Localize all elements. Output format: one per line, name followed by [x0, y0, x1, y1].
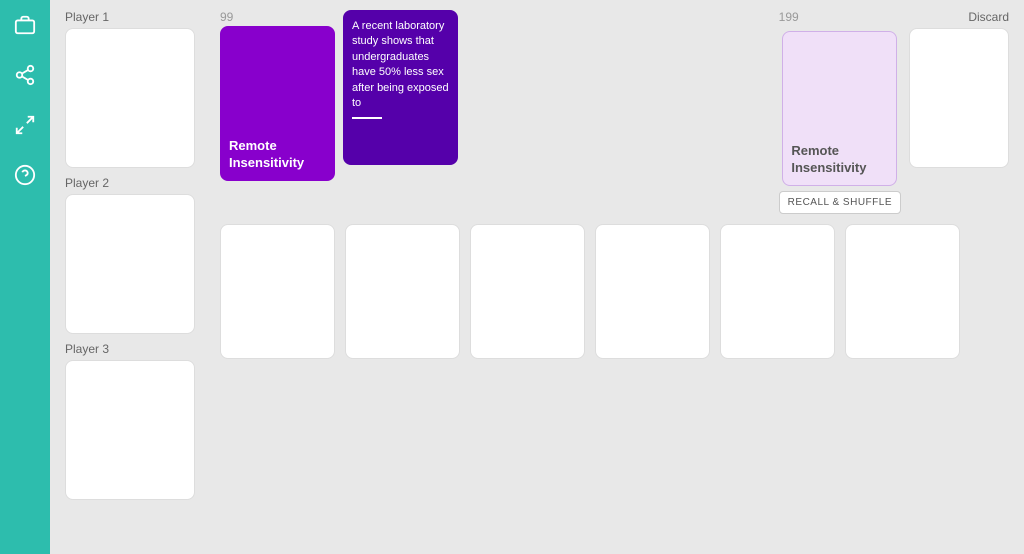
- player-2-section: Player 2: [65, 176, 210, 334]
- player-1-label: Player 1: [65, 10, 210, 24]
- help-icon[interactable]: [10, 160, 40, 190]
- bottom-card-4[interactable]: [595, 224, 710, 359]
- light-card-section: 199 Remote Insensitivity RECALL & SHUFFL…: [779, 10, 901, 214]
- sidebar: [0, 0, 50, 554]
- light-card[interactable]: Remote Insensitivity: [782, 31, 897, 186]
- bottom-card-5[interactable]: [720, 224, 835, 359]
- purple-card-stack: 99 Remote Insensitivity: [220, 10, 335, 181]
- players-column: Player 1 Player 2 Player 3: [65, 10, 210, 500]
- bottom-row: [220, 224, 1009, 359]
- top-area: Player 1 Player 2 Player 3 99 Remote Ins…: [65, 10, 1009, 544]
- black-card-underline: [352, 117, 382, 119]
- discard-card-area: [909, 28, 1009, 168]
- light-card-count: 199: [779, 10, 799, 24]
- player-2-card-area: [65, 194, 195, 334]
- player-3-section: Player 3: [65, 342, 210, 500]
- purple-card-count: 99: [220, 10, 233, 24]
- share-icon[interactable]: [10, 60, 40, 90]
- purple-card-title: Remote Insensitivity: [229, 138, 326, 172]
- player-1-section: Player 1: [65, 10, 210, 168]
- top-row: 99 Remote Insensitivity A recent laborat…: [220, 10, 1009, 214]
- player-2-label: Player 2: [65, 176, 210, 190]
- discard-label: Discard: [968, 10, 1009, 24]
- recall-shuffle-button[interactable]: RECALL & SHUFFLE: [779, 191, 901, 214]
- black-card-text: A recent laboratory study shows that und…: [352, 19, 449, 111]
- discard-column: Discard: [909, 10, 1009, 168]
- center-area: 99 Remote Insensitivity A recent laborat…: [220, 10, 1009, 359]
- player-3-card-area: [65, 360, 195, 500]
- bottom-card-3[interactable]: [470, 224, 585, 359]
- player-3-label: Player 3: [65, 342, 210, 356]
- briefcase-icon[interactable]: [10, 10, 40, 40]
- expand-icon[interactable]: [10, 110, 40, 140]
- player-1-card-area: [65, 28, 195, 168]
- main-area: Player 1 Player 2 Player 3 99 Remote Ins…: [50, 0, 1024, 554]
- light-card-title: Remote Insensitivity: [791, 143, 888, 177]
- black-card[interactable]: A recent laboratory study shows that und…: [343, 10, 458, 165]
- bottom-card-2[interactable]: [345, 224, 460, 359]
- bottom-card-6[interactable]: [845, 224, 960, 359]
- bottom-card-1[interactable]: [220, 224, 335, 359]
- purple-card[interactable]: Remote Insensitivity: [220, 26, 335, 181]
